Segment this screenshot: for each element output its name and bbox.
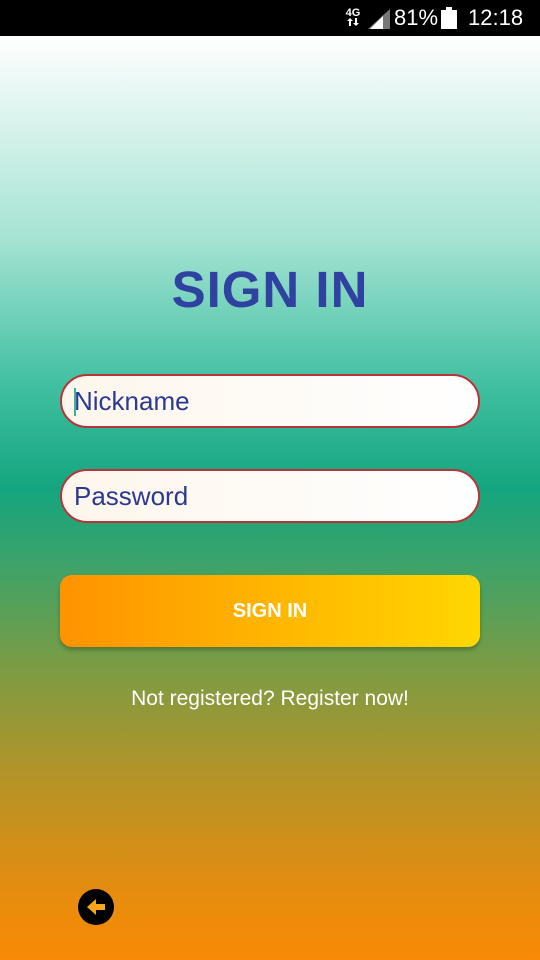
status-bar: 4G 81% 12:18 [0, 0, 540, 36]
password-input[interactable] [74, 471, 464, 521]
password-field[interactable] [60, 469, 480, 523]
signal-icon [368, 9, 390, 29]
back-button[interactable] [78, 889, 114, 925]
battery-icon [441, 7, 457, 29]
data-transfer-icon: 4G [345, 8, 361, 28]
transfer-arrows-icon [347, 18, 359, 26]
sign-in-button[interactable]: SIGN IN [60, 575, 480, 647]
battery-percent: 81% [394, 5, 439, 30]
nickname-input[interactable] [74, 376, 464, 426]
nickname-field[interactable] [60, 374, 480, 428]
back-arrow-icon [87, 899, 105, 915]
text-cursor [74, 388, 76, 416]
login-screen: SIGN IN SIGN IN Not registered? Register… [0, 36, 540, 960]
clock: 12:18 [468, 5, 524, 30]
register-link[interactable]: Not registered? Register now! [0, 687, 540, 711]
page-title: SIGN IN [171, 261, 369, 318]
